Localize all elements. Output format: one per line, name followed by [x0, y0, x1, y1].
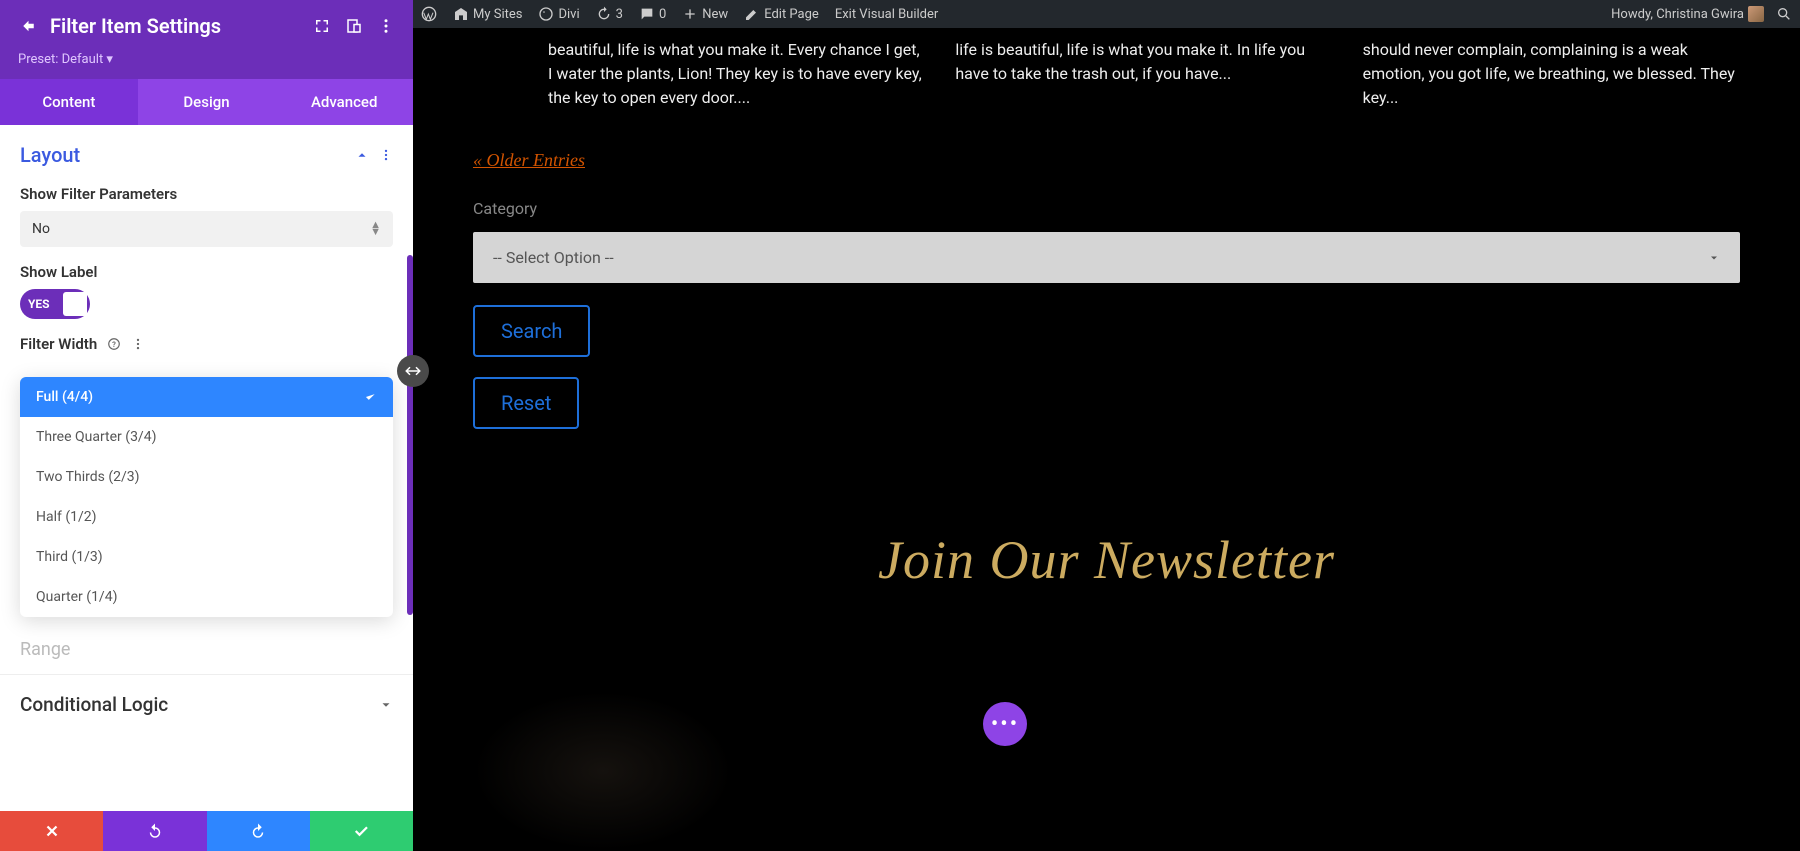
older-entries-link[interactable]: « Older Entries: [473, 150, 585, 171]
svg-text:?: ?: [112, 340, 116, 349]
field-label: Show Filter Parameters: [20, 185, 393, 203]
section-conditional-logic[interactable]: Conditional Logic: [0, 674, 413, 734]
search-button[interactable]: Search: [473, 305, 590, 357]
filter-width-option[interactable]: Half (1/2): [20, 497, 393, 537]
divi-link[interactable]: Divi: [538, 6, 579, 22]
new-link[interactable]: New: [682, 6, 728, 22]
panel-footer: [0, 811, 413, 851]
page-preview: beautiful, life is what you make it. Eve…: [413, 28, 1800, 851]
tab-content[interactable]: Content: [0, 79, 138, 125]
filter-width-option[interactable]: Quarter (1/4): [20, 577, 393, 617]
expand-icon[interactable]: [313, 17, 331, 35]
field-show-label: Show Label YES: [0, 255, 413, 327]
chevron-down-icon: [379, 698, 393, 712]
show-filter-params-select[interactable]: No ▲▼: [20, 211, 393, 247]
section-layout-header[interactable]: Layout: [0, 125, 413, 177]
post-excerpt: life is beautiful, life is what you make…: [955, 38, 1332, 110]
toggle-knob: [63, 292, 87, 316]
more-icon[interactable]: [377, 17, 395, 35]
field-label: Show Label: [20, 263, 393, 281]
preset-selector[interactable]: Preset: Default ▾: [0, 52, 413, 79]
show-label-toggle[interactable]: YES: [20, 289, 90, 319]
panel-resize-handle[interactable]: [397, 355, 429, 387]
back-icon[interactable]: [18, 17, 36, 35]
chevron-up-icon: [355, 148, 369, 162]
filter-width-dropdown: Full (4/4) Three Quarter (3/4) Two Third…: [20, 377, 393, 617]
post-excerpt: beautiful, life is what you make it. Eve…: [548, 38, 925, 110]
my-sites-link[interactable]: My Sites: [453, 6, 522, 22]
cancel-button[interactable]: [0, 811, 103, 851]
check-icon: [363, 390, 377, 404]
wp-admin-bar: My Sites Divi 3 0 New Edit Page Exit Vis…: [413, 0, 1800, 28]
filter-width-option[interactable]: Two Thirds (2/3): [20, 457, 393, 497]
filter-width-option[interactable]: Full (4/4): [20, 377, 393, 417]
posts-row: beautiful, life is what you make it. Eve…: [413, 28, 1800, 134]
reset-button[interactable]: Reset: [473, 377, 579, 429]
wp-logo-icon[interactable]: [421, 6, 437, 22]
field-filter-width: Filter Width ?: [0, 327, 413, 369]
search-icon[interactable]: [1776, 6, 1792, 22]
tab-advanced[interactable]: Advanced: [275, 79, 413, 125]
tab-design[interactable]: Design: [138, 79, 276, 125]
field-more-icon[interactable]: [131, 337, 145, 351]
chevron-down-icon: [1708, 252, 1720, 264]
panel-body: Layout Show Filter Parameters No ▲▼ Show…: [0, 125, 413, 811]
user-avatar: [1748, 6, 1764, 22]
field-show-filter-parameters: Show Filter Parameters No ▲▼: [0, 177, 413, 255]
redo-button[interactable]: [207, 811, 310, 851]
howdy-user[interactable]: Howdy, Christina Gwira: [1611, 6, 1764, 22]
updown-icon: ▲▼: [370, 222, 381, 235]
field-label: Filter Width ?: [20, 335, 393, 353]
section-more-icon[interactable]: [379, 148, 393, 162]
filter-width-option[interactable]: Three Quarter (3/4): [20, 417, 393, 457]
module-settings-fab[interactable]: •••: [983, 702, 1027, 746]
undo-button[interactable]: [103, 811, 206, 851]
background-image: [473, 691, 733, 851]
updates-link[interactable]: 3: [596, 6, 623, 22]
category-select[interactable]: -- Select Option --: [473, 232, 1740, 283]
section-range-faded: Range: [0, 625, 413, 674]
panel-tabs: Content Design Advanced: [0, 79, 413, 125]
exit-visual-builder-link[interactable]: Exit Visual Builder: [835, 7, 938, 22]
category-label: Category: [473, 199, 1740, 218]
post-excerpt: should never complain, complaining is a …: [1363, 38, 1740, 110]
edit-page-link[interactable]: Edit Page: [744, 6, 819, 22]
help-icon[interactable]: ?: [107, 337, 121, 351]
comments-link[interactable]: 0: [639, 6, 666, 22]
responsive-icon[interactable]: [345, 17, 363, 35]
panel-header: Filter Item Settings: [0, 0, 413, 52]
newsletter-heading: Join Our Newsletter: [413, 529, 1800, 591]
filter-width-option[interactable]: Third (1/3): [20, 537, 393, 577]
panel-title: Filter Item Settings: [50, 14, 299, 38]
save-button[interactable]: [310, 811, 413, 851]
settings-panel: Filter Item Settings Preset: Default ▾ C…: [0, 0, 413, 851]
filter-block: Category -- Select Option -- Search Rese…: [413, 199, 1800, 449]
